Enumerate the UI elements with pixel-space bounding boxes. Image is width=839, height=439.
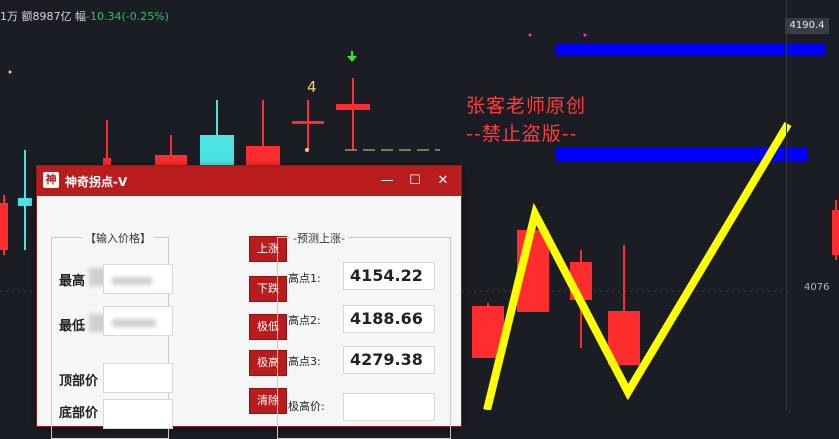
bottom-price-label: 底部价	[59, 406, 99, 421]
candle-body	[18, 198, 32, 206]
top-info-bar: 1万 额8987亿 幅-10.34(-0.25%)	[0, 8, 169, 24]
candle-body	[292, 121, 324, 124]
high-point-2-value[interactable]: 4188.66	[343, 305, 435, 333]
watermark: 张客老师原创 --禁止盗版--	[466, 92, 586, 148]
change-label: 幅	[75, 10, 86, 23]
candle-body	[0, 203, 8, 250]
low-label: 最低	[59, 319, 86, 334]
price-axis	[786, 0, 839, 410]
redacted-mark	[112, 319, 156, 327]
chart-dot	[583, 33, 587, 37]
high-label: 最高	[59, 274, 86, 289]
candle-body	[336, 104, 370, 110]
candle-body	[103, 158, 111, 165]
chart-dot	[528, 33, 532, 37]
minimize-button[interactable]: —	[377, 171, 397, 191]
dialog-title: 神奇拐点-V	[65, 175, 128, 189]
high-point-2-label: 高点2:	[288, 314, 321, 327]
high-point-1-value[interactable]: 4154.22	[343, 262, 435, 290]
extreme-high-label: 极高价:	[288, 400, 325, 413]
arrow-marker-head	[347, 56, 357, 62]
inflection-dialog: 神 神奇拐点-V — ☐ ✕ 【输入价格】 最高 最低 顶部价 底部价 上涨 下…	[36, 165, 462, 439]
chart-dot	[8, 70, 12, 74]
input-group-legend: 【输入价格】	[82, 230, 154, 246]
high-price-input[interactable]	[103, 264, 173, 294]
volume-text: 1万 额8987亿	[0, 10, 72, 23]
predict-group-legend: -预测上涨-	[290, 230, 348, 246]
low-price-input[interactable]	[103, 306, 173, 336]
watermark-line-1: 张客老师原创	[466, 95, 587, 117]
high-point-1-label: 高点1:	[288, 272, 321, 285]
bottom-price-input[interactable]	[103, 399, 173, 429]
watermark-line-2: --禁止盗版--	[466, 123, 578, 145]
redacted-mark	[112, 277, 152, 285]
high-point-3-value[interactable]: 4279.38	[343, 346, 435, 374]
current-price-tag: 4190.4	[785, 18, 829, 34]
dialog-titlebar[interactable]: 神 神奇拐点-V — ☐ ✕	[37, 166, 461, 196]
extreme-high-value[interactable]	[343, 393, 435, 421]
top-price-label: 顶部价	[59, 374, 99, 389]
maximize-button[interactable]: ☐	[405, 171, 425, 191]
dot-marker	[305, 148, 309, 152]
chart-marker-label: 4	[307, 78, 317, 96]
high-point-3-label: 高点3:	[288, 355, 321, 368]
price-tick-label: 4076	[804, 282, 830, 293]
close-button[interactable]: ✕	[433, 171, 453, 191]
candle-body	[200, 135, 234, 165]
change-value: -10.34(-0.25%)	[86, 10, 169, 23]
top-price-input[interactable]	[103, 363, 173, 393]
app-icon: 神	[43, 172, 59, 188]
